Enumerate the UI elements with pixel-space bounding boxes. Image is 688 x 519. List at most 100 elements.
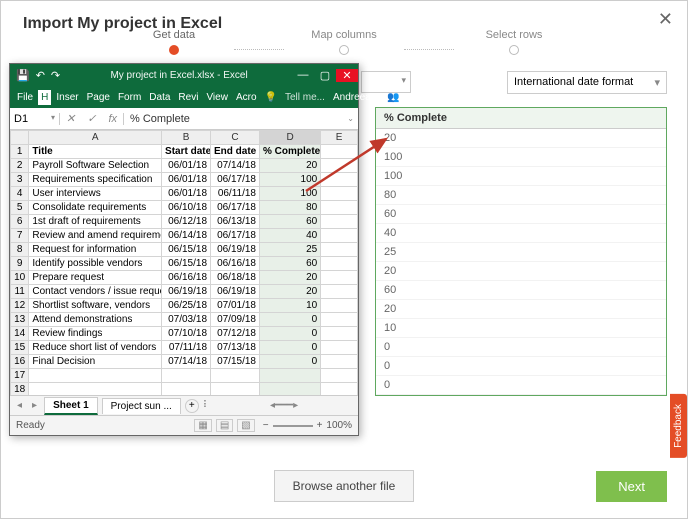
row-header[interactable]: 14 <box>11 327 29 341</box>
cell[interactable] <box>211 383 260 396</box>
cell[interactable]: 06/14/18 <box>162 229 211 243</box>
cell[interactable]: Request for information <box>29 243 162 257</box>
cell[interactable]: End date <box>211 145 260 159</box>
cell[interactable]: 10 <box>260 299 321 313</box>
cell[interactable]: 60 <box>260 215 321 229</box>
cell[interactable]: 06/01/18 <box>162 187 211 201</box>
tell-me-icon[interactable]: 💡 <box>262 90 280 105</box>
row-header[interactable]: 10 <box>11 271 29 285</box>
zoom-in-icon[interactable]: + <box>317 420 323 431</box>
col-header[interactable]: D <box>260 131 321 145</box>
save-icon[interactable]: 💾 <box>16 69 30 82</box>
cell[interactable]: 06/01/18 <box>162 159 211 173</box>
col-header[interactable]: C <box>211 131 260 145</box>
cell[interactable] <box>321 383 358 396</box>
cell[interactable]: Title <box>29 145 162 159</box>
row-header[interactable]: 6 <box>11 215 29 229</box>
cell[interactable]: 1st draft of requirements <box>29 215 162 229</box>
ribbon-file[interactable]: File <box>14 90 36 105</box>
ribbon-review[interactable]: Revi <box>175 90 201 105</box>
next-button[interactable]: Next <box>596 471 667 502</box>
cell[interactable]: Start date <box>162 145 211 159</box>
cell[interactable]: 25 <box>260 243 321 257</box>
cell[interactable]: 06/10/18 <box>162 201 211 215</box>
cell[interactable]: Prepare request <box>29 271 162 285</box>
view-normal-icon[interactable]: ▦ <box>194 419 211 432</box>
cell[interactable]: User interviews <box>29 187 162 201</box>
cell[interactable]: 06/12/18 <box>162 215 211 229</box>
close-dialog-icon[interactable]: ✕ <box>658 9 673 30</box>
cell[interactable] <box>321 299 358 313</box>
cell[interactable] <box>321 159 358 173</box>
fx-icon[interactable]: fx <box>102 113 124 125</box>
cell[interactable]: 07/11/18 <box>162 341 211 355</box>
cell[interactable]: 100 <box>260 173 321 187</box>
cell[interactable]: 07/14/18 <box>162 355 211 369</box>
ribbon-formulas[interactable]: Form <box>115 90 144 105</box>
cell[interactable]: 06/16/18 <box>162 271 211 285</box>
ribbon-view[interactable]: View <box>203 90 231 105</box>
col-header[interactable]: A <box>29 131 162 145</box>
window-close-icon[interactable]: ✕ <box>336 69 358 82</box>
cell[interactable]: 20 <box>260 159 321 173</box>
row-header[interactable]: 18 <box>11 383 29 396</box>
col-header[interactable]: E <box>321 131 358 145</box>
cell[interactable] <box>162 369 211 383</box>
cell[interactable] <box>321 285 358 299</box>
cell[interactable] <box>29 369 162 383</box>
cell[interactable] <box>321 215 358 229</box>
ribbon-data[interactable]: Data <box>146 90 173 105</box>
zoom-level[interactable]: 100% <box>326 420 352 431</box>
cell[interactable] <box>321 327 358 341</box>
cell[interactable]: Identify possible vendors <box>29 257 162 271</box>
cell[interactable] <box>260 369 321 383</box>
name-box[interactable]: D1▾ <box>10 113 60 125</box>
cell[interactable]: Contact vendors / issue request <box>29 285 162 299</box>
row-header[interactable]: 9 <box>11 257 29 271</box>
sheet-tab-1[interactable]: Sheet 1 <box>44 397 98 415</box>
cell[interactable] <box>321 243 358 257</box>
share-button[interactable]: 👥 Share <box>384 90 438 105</box>
cell[interactable] <box>321 257 358 271</box>
cell[interactable] <box>321 271 358 285</box>
row-header[interactable]: 4 <box>11 187 29 201</box>
cell[interactable] <box>321 201 358 215</box>
ribbon-home[interactable]: H <box>38 90 51 105</box>
cell[interactable]: % Complete <box>260 145 321 159</box>
cell[interactable]: 06/18/18 <box>211 271 260 285</box>
undo-icon[interactable]: ↶ <box>36 69 45 82</box>
row-header[interactable]: 3 <box>11 173 29 187</box>
feedback-tab[interactable]: Feedback <box>670 394 687 458</box>
row-header[interactable]: 5 <box>11 201 29 215</box>
row-header[interactable]: 16 <box>11 355 29 369</box>
cell[interactable]: 07/01/18 <box>211 299 260 313</box>
row-header[interactable]: 15 <box>11 341 29 355</box>
cell[interactable]: Attend demonstrations <box>29 313 162 327</box>
sheet-nav-next-icon[interactable]: ▸ <box>29 400 40 411</box>
cell[interactable] <box>162 383 211 396</box>
cell[interactable]: 100 <box>260 187 321 201</box>
wizard-step-selectrows[interactable]: Select rows <box>454 29 574 55</box>
cell[interactable] <box>321 313 358 327</box>
row-header[interactable]: 8 <box>11 243 29 257</box>
cell[interactable] <box>29 383 162 396</box>
cell[interactable]: Review findings <box>29 327 162 341</box>
cell[interactable]: 06/15/18 <box>162 257 211 271</box>
row-header[interactable]: 12 <box>11 299 29 313</box>
ribbon-pagelayout[interactable]: Page <box>84 90 113 105</box>
cell[interactable] <box>321 187 358 201</box>
ribbon-insert[interactable]: Inser <box>53 90 81 105</box>
cell[interactable]: 0 <box>260 313 321 327</box>
row-header[interactable]: 2 <box>11 159 29 173</box>
cell[interactable]: 40 <box>260 229 321 243</box>
enter-formula-icon[interactable]: ✓ <box>81 112 102 125</box>
cell[interactable]: 06/19/18 <box>162 285 211 299</box>
browse-another-file-button[interactable]: Browse another file <box>274 470 415 502</box>
cell[interactable]: 07/15/18 <box>211 355 260 369</box>
col-header[interactable]: B <box>162 131 211 145</box>
cell[interactable]: 07/12/18 <box>211 327 260 341</box>
cell[interactable]: 0 <box>260 355 321 369</box>
row-header[interactable]: 1 <box>11 145 29 159</box>
cancel-formula-icon[interactable]: ✕ <box>60 112 81 125</box>
cell[interactable]: Consolidate requirements <box>29 201 162 215</box>
